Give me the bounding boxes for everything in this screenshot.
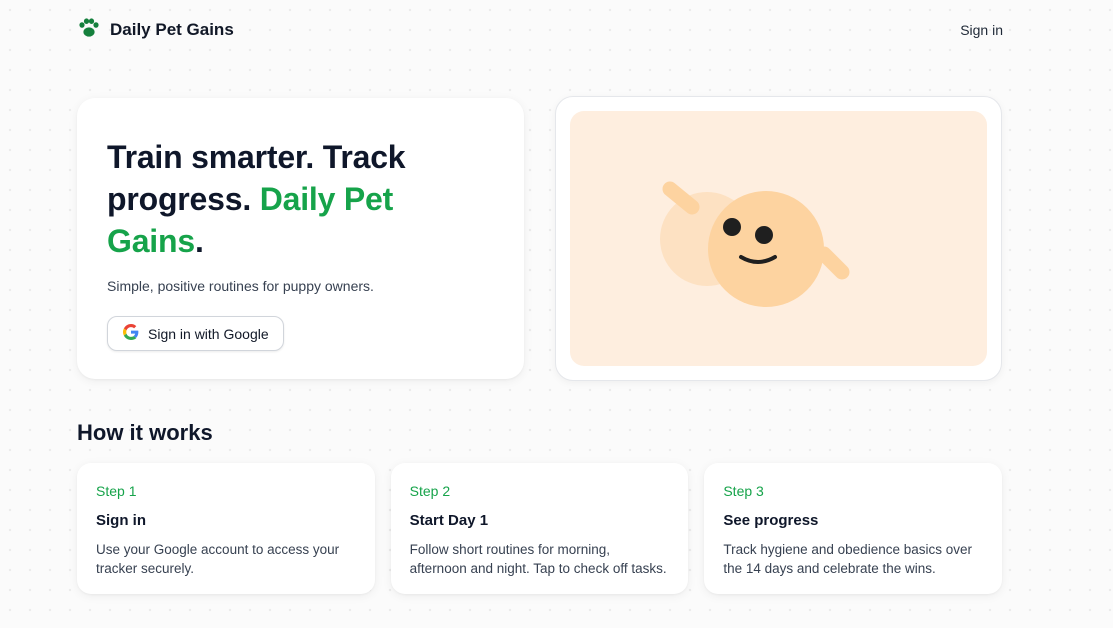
step-label: Step 1 (96, 483, 137, 499)
step-description: Follow short routines for morning, after… (409, 542, 667, 576)
step-label: Step 3 (723, 483, 764, 499)
paw-icon (78, 17, 100, 43)
landing-page: Daily Pet Gains Sign in Train smarter. T… (0, 0, 1113, 628)
step-title: Sign in (96, 512, 146, 529)
illustration-area (570, 111, 987, 366)
top-nav: Daily Pet Gains Sign in (78, 17, 1003, 43)
hero-card: Train smarter. Track progress. Daily Pet… (77, 98, 524, 379)
hero-subtitle: Simple, positive routines for puppy owne… (107, 278, 374, 294)
step-title: See progress (723, 512, 819, 529)
step-card-1: Step 1 Sign in Use your Google account t… (77, 463, 375, 594)
sign-in-link[interactable]: Sign in (960, 22, 1003, 38)
step-title: Start Day 1 (409, 512, 489, 529)
steps-list: Step 1 Sign in Use your Google account t… (77, 463, 1003, 594)
how-it-works-title: How it works (77, 420, 213, 445)
puppy-face-illustration (660, 181, 850, 307)
step-card-2: Step 2 Start Day 1 Follow short routines… (390, 463, 689, 594)
brand-name: Daily Pet Gains (110, 20, 234, 39)
hero-title: Train smarter. Track progress. Daily Pet… (107, 136, 494, 262)
google-g-icon (123, 324, 139, 343)
illustration-card (555, 96, 1002, 381)
google-button-label: Sign in with Google (148, 325, 269, 342)
step-label: Step 2 (409, 483, 451, 499)
sign-in-with-google-button[interactable]: Sign in with Google (107, 316, 284, 351)
step-description: Use your Google account to access your t… (96, 542, 340, 576)
hero-title-end: . (194, 223, 204, 259)
step-card-3: Step 3 See progress Track hygiene and ob… (704, 463, 1003, 594)
brand[interactable]: Daily Pet Gains (78, 17, 234, 43)
step-description: Track hygiene and obedience basics over … (723, 542, 972, 576)
